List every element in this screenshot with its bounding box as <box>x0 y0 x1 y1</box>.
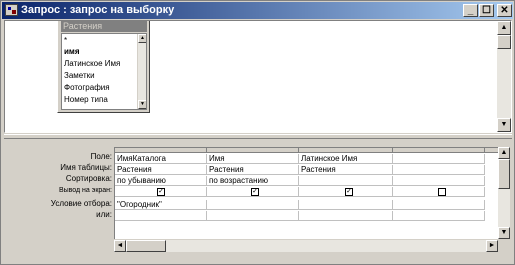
scroll-thumb[interactable] <box>497 35 511 49</box>
grid-vertical-scrollbar[interactable]: ▲ ▼ <box>498 147 510 239</box>
upper-vertical-scrollbar[interactable]: ▲ ▼ <box>497 21 511 132</box>
column-selector[interactable] <box>299 148 393 153</box>
grid-cell-sort[interactable] <box>393 176 485 186</box>
scroll-up-icon[interactable]: ▲ <box>497 21 511 35</box>
grid-cell-field[interactable]: Имя <box>207 154 299 164</box>
grid-cell-field[interactable]: Латинское Имя <box>299 154 393 164</box>
field-name[interactable]: имя <box>64 46 80 57</box>
grid-cell-table[interactable]: Растения <box>115 165 207 175</box>
table-pane: Растения * имя Латинское Имя Заметки Фот… <box>4 20 512 133</box>
grid-cell-criteria[interactable] <box>393 200 485 210</box>
grid-cell-or[interactable] <box>207 211 299 221</box>
grid-cell-sort[interactable]: по возрастанию <box>207 176 299 186</box>
scroll-up-icon[interactable]: ▲ <box>498 147 510 159</box>
grid-cell-field[interactable]: ИмяКаталога <box>115 154 207 164</box>
column-selector[interactable] <box>393 148 485 153</box>
row-label-sort: Сортировка: <box>65 174 112 183</box>
field-notes[interactable]: Заметки <box>64 70 95 81</box>
row-label-table: Имя таблицы: <box>60 163 112 172</box>
table-caption[interactable]: Растения <box>61 21 147 32</box>
scroll-right-icon[interactable]: ► <box>486 240 498 252</box>
grid-cell-table[interactable]: Растения <box>299 165 393 175</box>
grid-cell-or[interactable] <box>299 211 393 221</box>
field-all[interactable]: * <box>64 35 67 46</box>
scroll-down-icon[interactable]: ▼ <box>497 118 511 132</box>
scroll-up-icon[interactable]: ▲ <box>138 34 146 43</box>
scroll-down-icon[interactable]: ▼ <box>498 227 510 239</box>
row-label-criteria: Условие отбора: <box>50 199 112 208</box>
field-type-number[interactable]: Номер типа <box>64 94 108 105</box>
grid-horizontal-scrollbar[interactable]: ◄ ► <box>114 240 498 252</box>
grid-cell-table[interactable] <box>393 165 485 175</box>
column-selector[interactable] <box>115 148 207 153</box>
field-list-scrollbar[interactable]: ▲ ▼ <box>137 34 146 109</box>
query-icon[interactable] <box>5 4 18 16</box>
query-window: Запрос : запрос на выборку _ ☐ ✕ Растени… <box>0 0 515 265</box>
row-label-show: Вывод на экран: <box>58 187 112 194</box>
grid-cell-field[interactable] <box>393 154 485 164</box>
field-photo[interactable]: Фотография <box>64 82 110 93</box>
grid-cell-criteria[interactable] <box>207 200 299 210</box>
title-bar[interactable]: Запрос : запрос на выборку _ ☐ ✕ <box>2 2 513 19</box>
design-grid[interactable]: ИмяКаталога Имя Латинское Имя Растения Р… <box>114 147 498 239</box>
scroll-thumb[interactable] <box>126 240 166 252</box>
maximize-button[interactable]: ☐ <box>479 4 494 17</box>
grid-cell-criteria[interactable] <box>299 200 393 210</box>
show-checkbox-empty[interactable] <box>438 188 446 196</box>
design-grid-pane: Поле: Имя таблицы: Сортировка: Вывод на … <box>4 141 512 262</box>
row-label-field: Поле: <box>90 152 112 161</box>
row-label-or: или: <box>96 210 112 219</box>
scroll-left-icon[interactable]: ◄ <box>114 240 126 252</box>
window-title: Запрос : запрос на выборку <box>21 4 175 16</box>
column-selector[interactable] <box>207 148 299 153</box>
grid-cell-sort[interactable]: по убыванию <box>115 176 207 186</box>
grid-cell-or[interactable] <box>115 211 207 221</box>
grid-cell-criteria[interactable]: "Огородник" <box>115 200 207 210</box>
field-latin-name[interactable]: Латинское Имя <box>64 58 120 69</box>
scroll-thumb[interactable] <box>498 159 510 189</box>
column-selector[interactable] <box>485 148 498 153</box>
show-checkbox[interactable]: ✓ <box>157 188 165 196</box>
scroll-down-icon[interactable]: ▼ <box>138 100 146 109</box>
grid-cell-sort[interactable] <box>299 176 393 186</box>
grid-cell-table[interactable]: Растения <box>207 165 299 175</box>
show-checkbox[interactable]: ✓ <box>251 188 259 196</box>
pane-splitter[interactable] <box>4 134 512 139</box>
close-button[interactable]: ✕ <box>497 4 512 17</box>
table-field-list-window[interactable]: Растения * имя Латинское Имя Заметки Фот… <box>57 21 150 113</box>
show-checkbox[interactable]: ✓ <box>345 188 353 196</box>
grid-cell-or[interactable] <box>393 211 485 221</box>
field-list[interactable]: * имя Латинское Имя Заметки Фотография Н… <box>61 33 147 110</box>
minimize-button[interactable]: _ <box>463 4 478 17</box>
